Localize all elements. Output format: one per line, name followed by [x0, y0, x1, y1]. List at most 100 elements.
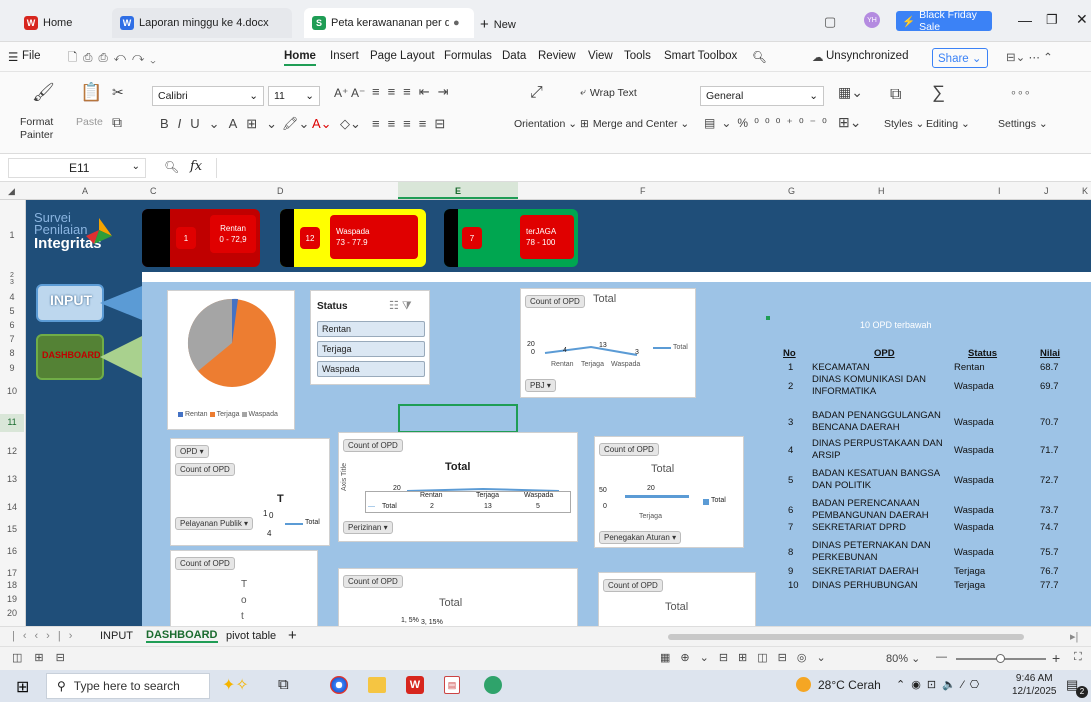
- menu-view[interactable]: View: [588, 50, 613, 62]
- table-format-icon[interactable]: ⊞⌄: [838, 114, 861, 131]
- col-k[interactable]: K: [1082, 186, 1088, 196]
- row-8[interactable]: 8: [0, 348, 24, 358]
- windows-start-icon[interactable]: ⊞: [16, 677, 29, 697]
- copy-icon[interactable]: ⧉: [112, 114, 122, 131]
- slicer-item-rentan[interactable]: Rentan: [317, 321, 425, 337]
- add-sheet-icon[interactable]: +: [288, 627, 297, 644]
- col-e[interactable]: E: [398, 182, 518, 199]
- filter-opd[interactable]: OPD ▾: [175, 445, 209, 458]
- row-13[interactable]: 13: [0, 474, 24, 484]
- row-7[interactable]: 7: [0, 334, 24, 344]
- multi-select-icon[interactable]: ☷ ⧩: [389, 299, 412, 313]
- row-2-3[interactable]: 23: [0, 272, 24, 286]
- row-1[interactable]: 1: [0, 230, 24, 240]
- penegakan-aturan-chart[interactable]: Count of OPD Total 50 0 20 Terjaga Total…: [594, 436, 744, 548]
- tab-laporan[interactable]: W Laporan minggu ke 4.docx: [112, 8, 292, 38]
- col-i[interactable]: I: [998, 186, 1001, 196]
- align-top-icons[interactable]: ≡≡≡⇤⇥: [372, 84, 457, 100]
- clear-icon[interactable]: ◇⌄: [340, 116, 361, 132]
- pdf-icon[interactable]: ▤: [444, 676, 460, 694]
- chart-field-button[interactable]: Count of OPD: [175, 557, 235, 570]
- select-all-icon[interactable]: ◢: [8, 186, 15, 197]
- clock[interactable]: 9:46 AM 12/1/2025: [1012, 672, 1057, 698]
- black-friday-button[interactable]: ⚡ Black Friday Sale: [896, 9, 992, 33]
- row-11[interactable]: 11: [0, 414, 24, 432]
- menu-review[interactable]: Review: [538, 50, 576, 62]
- settings-dots-icon[interactable]: ∘∘∘: [1010, 86, 1031, 99]
- zoom-formula-icon[interactable]: 🔍︎: [164, 160, 179, 174]
- pbj-chart[interactable]: Count of OPD Total 20 0 4 13 3 Rentan Te…: [520, 288, 696, 398]
- chart-field-button[interactable]: Count of OPD: [343, 575, 403, 588]
- menu-tools[interactable]: Tools: [624, 50, 651, 62]
- tab-home[interactable]: W Home: [16, 8, 108, 38]
- zoom-in-icon[interactable]: +: [1052, 650, 1060, 666]
- fx-icon[interactable]: fx: [190, 159, 202, 174]
- styles-button[interactable]: Styles ⌄: [884, 118, 924, 130]
- search-icon[interactable]: 🔍︎: [752, 50, 767, 64]
- fullscreen-icon[interactable]: ⛶: [1074, 651, 1082, 664]
- font-style-icons[interactable]: BIU⌄A⊞⌄: [160, 116, 286, 132]
- row-18[interactable]: 18: [0, 580, 24, 590]
- chrome-icon[interactable]: [330, 676, 348, 694]
- formula-input[interactable]: [216, 158, 1082, 178]
- menu-home[interactable]: Home: [284, 50, 316, 66]
- col-h[interactable]: H: [878, 186, 885, 196]
- col-f[interactable]: F: [640, 186, 646, 196]
- pelayanan-publik-chart[interactable]: OPD ▾ Count of OPD T 1 0 Pelayanan Publi…: [170, 438, 330, 546]
- row-10[interactable]: 10: [0, 386, 24, 396]
- dashboard-nav-button[interactable]: DASHBOARD: [36, 334, 104, 380]
- zoom-out-icon[interactable]: —: [936, 651, 947, 663]
- format-painter-label[interactable]: Format Painter: [20, 116, 66, 142]
- file-explorer-icon[interactable]: [368, 677, 386, 693]
- paste-label[interactable]: Paste: [76, 116, 103, 128]
- share-button[interactable]: Share ⌄: [932, 48, 988, 68]
- view-mode-icons[interactable]: ▦⊕⌄⊟⊞◫⊟◎⌄: [660, 651, 836, 664]
- slicer-item-waspada[interactable]: Waspada: [317, 361, 425, 377]
- font-family-select[interactable]: Calibri ⌄: [152, 86, 264, 106]
- more-icon[interactable]: ⊟⌄ ⋯ ⌃: [1006, 50, 1053, 64]
- chart-field-button[interactable]: Count of OPD: [343, 439, 403, 452]
- slicer-item-terjaga[interactable]: Terjaga: [317, 341, 425, 357]
- perizinan-chart[interactable]: Count of OPD Total Axis Title 20 Rentan …: [338, 432, 578, 542]
- fill-color-icon[interactable]: 🖍⌄: [282, 116, 309, 132]
- close-icon[interactable]: ✕: [1076, 11, 1088, 28]
- selected-cell[interactable]: [398, 404, 518, 433]
- chart-bottom-2[interactable]: Count of OPD Total 1, 5% 3, 15%: [338, 568, 578, 626]
- hamburger-icon[interactable]: ☰: [8, 50, 18, 64]
- orientation-icon[interactable]: ⤢: [530, 84, 543, 102]
- sparkle-icon[interactable]: ✦✧: [222, 675, 249, 695]
- col-a[interactable]: A: [82, 186, 88, 196]
- row-12[interactable]: 12: [0, 446, 24, 456]
- zoom-thumb[interactable]: [996, 654, 1005, 663]
- input-nav-button[interactable]: INPUT: [36, 284, 104, 322]
- new-tab-button[interactable]: + New: [480, 16, 516, 33]
- menu-formulas[interactable]: Formulas: [444, 50, 492, 62]
- sheet-nav-icons[interactable]: |‹‹›|›: [12, 630, 80, 642]
- chart-field-button[interactable]: Count of OPD: [599, 443, 659, 456]
- conditional-format-icon[interactable]: ▦⌄: [838, 84, 863, 101]
- chart-field-button[interactable]: Count of OPD: [525, 295, 585, 308]
- horizontal-scrollbar[interactable]: [668, 634, 1024, 640]
- chart-bottom-3[interactable]: Count of OPD Total: [598, 572, 756, 626]
- font-size-select[interactable]: 11 ⌄: [268, 86, 320, 106]
- settings-button[interactable]: Settings ⌄: [998, 118, 1048, 130]
- row-15[interactable]: 15: [0, 524, 24, 534]
- task-view-icon[interactable]: ⧉: [278, 676, 289, 693]
- row-14[interactable]: 14: [0, 502, 24, 512]
- menu-data[interactable]: Data: [502, 50, 526, 62]
- paste-icon[interactable]: 📋: [80, 82, 102, 103]
- filter-pelayanan-publik[interactable]: Pelayanan Publik ▾: [175, 517, 254, 530]
- wps-taskbar-icon[interactable]: W: [406, 676, 424, 694]
- minimize-icon[interactable]: —: [1018, 12, 1032, 28]
- merge-center-button[interactable]: ⊞ Merge and Center ⌄: [580, 118, 689, 130]
- menu-smart-toolbox[interactable]: Smart Toolbox: [664, 50, 737, 62]
- filter-penegakan-aturan[interactable]: Penegakan Aturan ▾: [599, 531, 682, 544]
- menu-file[interactable]: File: [22, 50, 41, 62]
- app-icon[interactable]: [484, 676, 502, 694]
- row-9[interactable]: 9: [0, 363, 24, 373]
- pie-chart-card[interactable]: Rentan Terjaga Waspada: [167, 290, 295, 430]
- styles-icon[interactable]: ⧉: [890, 86, 901, 104]
- row-4[interactable]: 4: [0, 292, 24, 302]
- chart-field-button[interactable]: Count of OPD: [603, 579, 663, 592]
- taskbar-search[interactable]: ⚲ Type here to search: [46, 673, 210, 699]
